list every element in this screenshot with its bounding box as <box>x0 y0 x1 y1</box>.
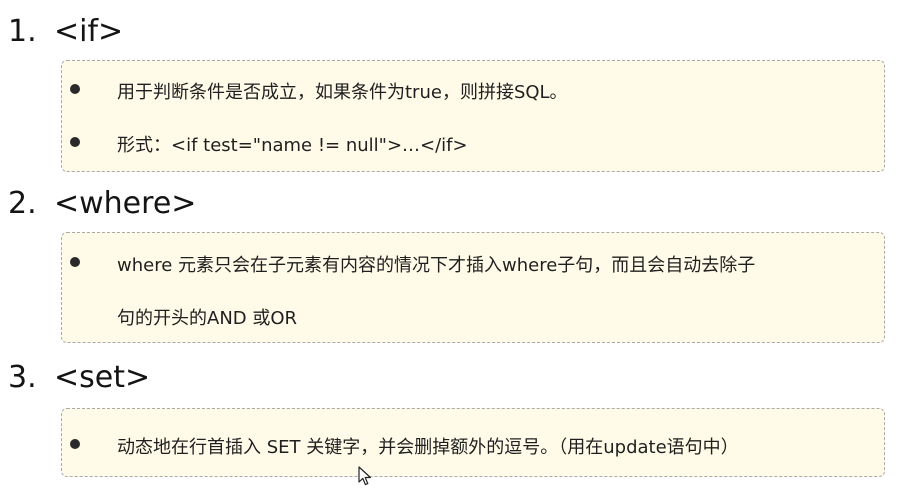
section-3-title: <set> <box>54 360 151 395</box>
section-2-title: <where> <box>54 186 197 221</box>
section-1-item-1-text: 用于判断条件是否成立，如果条件为true，则拼接SQL。 <box>117 82 568 103</box>
section-1-box: 用于判断条件是否成立，如果条件为true，则拼接SQL。 形式：<if test… <box>61 60 885 172</box>
section-3-box: 动态地在行首插入 SET 关键字，并会删掉额外的逗号。（用在update语句中） <box>61 408 885 477</box>
section-2-item-1-text: where 元素只会在子元素有内容的情况下才插入where子句，而且会自动去除子 <box>117 255 756 276</box>
bullet-icon <box>70 84 80 94</box>
section-1-item-2-text: 形式：<if test="name != null">…</if> <box>117 135 468 156</box>
section-2-number: 2. <box>8 186 37 221</box>
bullet-icon <box>70 439 80 449</box>
section-3-heading: 3. <set> <box>8 360 150 396</box>
section-2-heading: 2. <where> <box>8 186 196 222</box>
mouse-pointer-icon <box>358 466 371 486</box>
section-3-item-1-text: 动态地在行首插入 SET 关键字，并会删掉额外的逗号。（用在update语句中） <box>117 437 739 458</box>
section-2-item-1-text-continued: 句的开头的AND 或OR <box>117 308 298 329</box>
section-1-title: <if> <box>54 14 124 49</box>
section-2-box: where 元素只会在子元素有内容的情况下才插入where子句，而且会自动去除子… <box>61 232 885 343</box>
bullet-icon <box>70 137 80 147</box>
section-1-number: 1. <box>8 14 37 49</box>
section-3-number: 3. <box>8 360 37 395</box>
section-1-heading: 1. <if> <box>8 14 123 50</box>
bullet-icon <box>70 257 80 267</box>
